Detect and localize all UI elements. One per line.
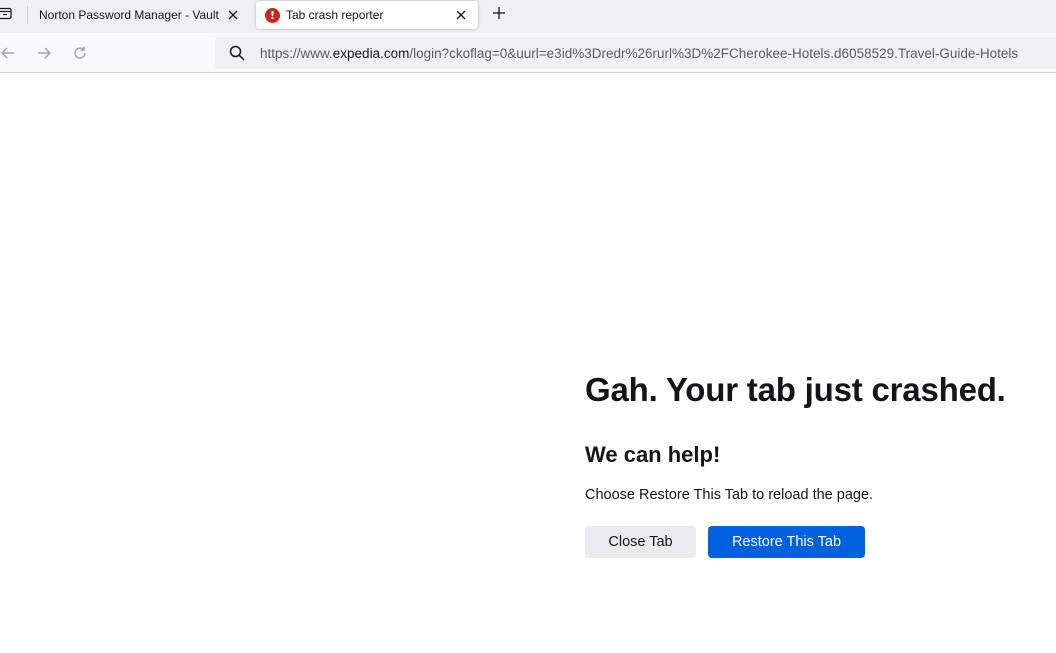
tab-label: Tab crash reporter bbox=[286, 8, 384, 22]
close-icon[interactable] bbox=[225, 7, 241, 23]
url-bar[interactable]: https://www.expedia.com/login?ckoflag=0&… bbox=[215, 37, 1056, 69]
crash-panel: Gah. Your tab just crashed. We can help!… bbox=[585, 370, 1045, 558]
restore-tab-button[interactable]: Restore This Tab bbox=[708, 526, 865, 558]
tab-strip: Norton Password Manager - Vault ! Tab cr… bbox=[0, 0, 1056, 33]
reload-icon[interactable] bbox=[70, 43, 90, 63]
crash-message: Choose Restore This Tab to reload the pa… bbox=[585, 487, 874, 503]
new-tab-icon[interactable] bbox=[489, 3, 509, 23]
search-icon bbox=[229, 45, 245, 61]
back-arrow-icon[interactable] bbox=[0, 43, 18, 63]
tab-norton-vault[interactable]: Norton Password Manager - Vault bbox=[27, 0, 250, 29]
navigation-bar: https://www.expedia.com/login?ckoflag=0&… bbox=[0, 33, 1056, 73]
url-prefix: https://www. bbox=[260, 45, 333, 61]
crash-subtitle: We can help! bbox=[585, 442, 721, 467]
url-text[interactable]: https://www.expedia.com/login?ckoflag=0&… bbox=[260, 46, 1056, 61]
url-path: /login?ckoflag=0&uurl=e3id%3Dredr%26rurl… bbox=[409, 45, 1019, 61]
close-tab-button[interactable]: Close Tab bbox=[585, 526, 696, 558]
list-all-tabs-icon[interactable] bbox=[0, 4, 16, 22]
close-icon[interactable] bbox=[453, 7, 469, 23]
tab-label: Norton Password Manager - Vault bbox=[39, 7, 219, 22]
forward-arrow-icon[interactable] bbox=[34, 43, 54, 63]
tab-crash-reporter[interactable]: ! Tab crash reporter bbox=[256, 1, 478, 29]
crash-title: Gah. Your tab just crashed. bbox=[585, 371, 1006, 408]
crash-buttons: Close Tab Restore This Tab bbox=[585, 526, 1045, 558]
page-content: Gah. Your tab just crashed. We can help!… bbox=[0, 74, 1056, 653]
error-icon: ! bbox=[265, 7, 280, 23]
url-host: expedia.com bbox=[332, 45, 410, 61]
